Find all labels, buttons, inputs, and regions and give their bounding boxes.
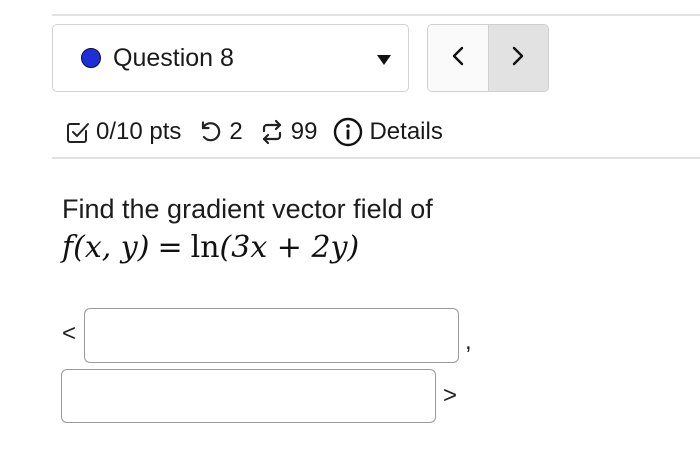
gradient-component-1-input[interactable] [84, 308, 459, 363]
question-selector[interactable]: Question 8 [52, 24, 409, 92]
section-divider [52, 157, 700, 159]
question-label: Question 8 [113, 44, 234, 72]
question-status-dot [81, 48, 101, 68]
repeat-icon [259, 119, 285, 145]
retry-icon [197, 120, 223, 144]
next-question-button[interactable] [488, 25, 548, 91]
formula-equals: = [157, 230, 183, 265]
component-comma: , [465, 328, 472, 355]
attempts-count: 2 [229, 118, 243, 145]
formula-function: f [62, 230, 74, 265]
top-divider [52, 14, 700, 16]
checkbox-icon [66, 120, 90, 144]
points-text: 0/10 pts [96, 118, 182, 145]
question-info-bar: 0/10 pts 2 99 Details [66, 114, 443, 150]
close-angle-bracket: > [443, 382, 458, 409]
question-formula: f(x, y) = ln(3x + 2y) [62, 230, 359, 265]
formula-arguments: (x, y) [73, 230, 150, 265]
gradient-component-2-input[interactable] [61, 369, 436, 423]
details-label: Details [369, 118, 443, 145]
caret-down-icon [377, 55, 391, 65]
formula-ln: ln [190, 230, 220, 265]
details-toggle[interactable]: Details [333, 117, 443, 147]
open-angle-bracket: < [62, 320, 77, 347]
question-prompt: Find the gradient vector field of [62, 194, 433, 224]
info-icon [333, 117, 363, 147]
question-navigation [427, 24, 549, 92]
previous-question-button[interactable] [428, 25, 489, 91]
chevron-left-icon [451, 45, 465, 72]
submissions-count: 99 [290, 118, 318, 145]
chevron-right-icon [511, 45, 525, 72]
formula-ln-argument: (3x + 2y) [219, 230, 360, 265]
